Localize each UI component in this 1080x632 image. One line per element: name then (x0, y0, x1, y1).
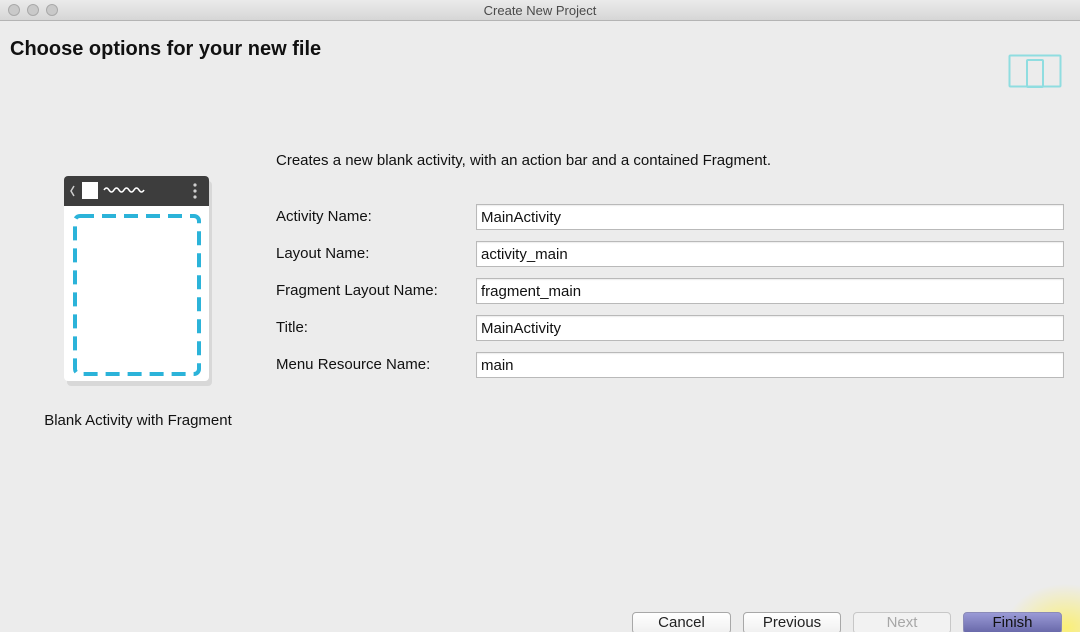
wizard-header (0, 22, 1080, 116)
fragment-layout-name-row: Fragment Layout Name: (276, 278, 1066, 305)
activity-name-row: Activity Name: (276, 204, 1066, 231)
activity-name-label: Activity Name: (276, 208, 372, 225)
finish-button[interactable]: Finish (963, 612, 1062, 632)
activity-name-input[interactable] (476, 204, 1064, 230)
fragment-layout-name-label: Fragment Layout Name: (276, 282, 438, 299)
menu-resource-name-input[interactable] (476, 352, 1064, 378)
page-title: Choose options for your new file (10, 38, 322, 60)
previous-button[interactable]: Previous (743, 612, 841, 632)
cancel-button[interactable]: Cancel (632, 612, 731, 632)
next-button[interactable]: Next (853, 612, 951, 632)
template-description: Creates a new blank activity, with an ac… (276, 152, 771, 169)
layout-name-label: Layout Name: (276, 245, 370, 262)
window-title: Create New Project (483, 3, 597, 18)
window-titlebar: Create New Project (0, 0, 1080, 21)
template-preview-image (64, 176, 212, 386)
layout-name-row: Layout Name: (276, 241, 1066, 268)
menu-resource-name-label: Menu Resource Name: (276, 356, 431, 373)
fragment-layout-name-input[interactable] (476, 278, 1064, 304)
layout-name-input[interactable] (476, 241, 1064, 267)
title-input[interactable] (476, 315, 1064, 341)
device-outline-icon (1008, 54, 1062, 88)
title-row: Title: (276, 315, 1066, 342)
template-name-label: Blank Activity with Fragment (44, 412, 232, 429)
title-label: Title: (276, 319, 308, 336)
menu-resource-name-row: Menu Resource Name: (276, 352, 1066, 379)
